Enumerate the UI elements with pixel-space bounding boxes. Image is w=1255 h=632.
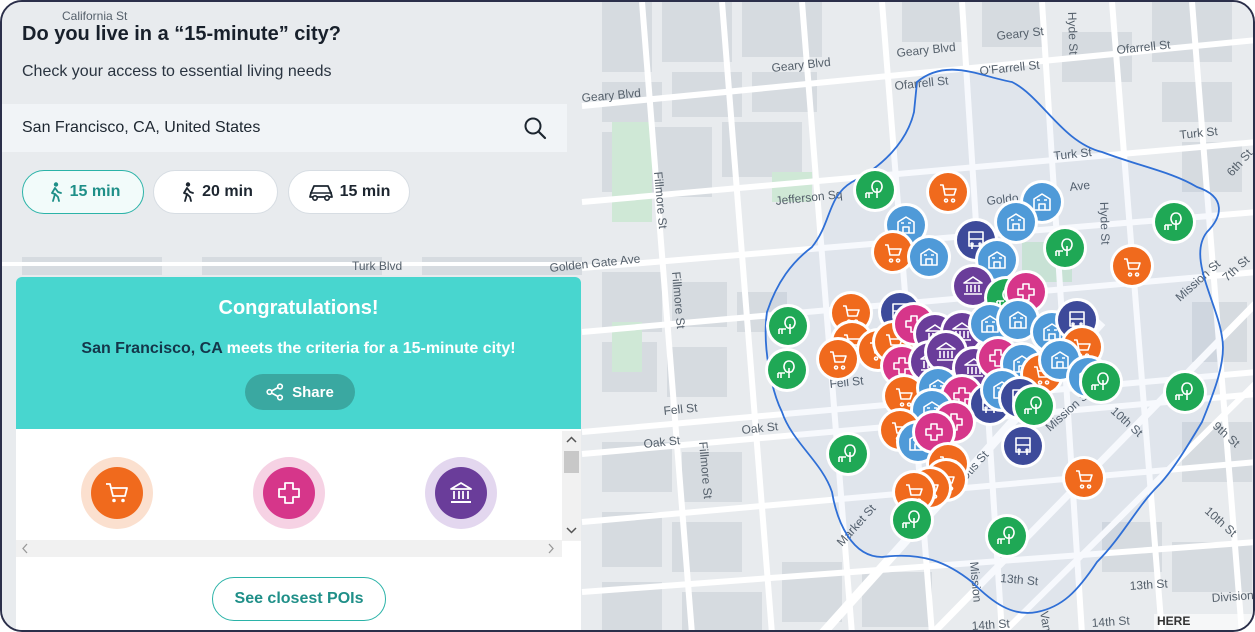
- mode-car-15-button[interactable]: 15 min: [288, 170, 410, 214]
- mode-walk-20-button[interactable]: 20 min: [153, 170, 278, 214]
- category-health-badge: [263, 467, 315, 519]
- poi-marker-park[interactable]: [985, 514, 1029, 558]
- poi-marker-body: [1113, 247, 1151, 285]
- poi-marker-grocery[interactable]: [926, 170, 970, 214]
- poi-marker-park[interactable]: [1163, 370, 1207, 414]
- category-grocery[interactable]: [81, 457, 153, 529]
- share-button[interactable]: Share: [245, 374, 355, 410]
- share-icon: [266, 383, 284, 401]
- svg-text:Hyde St: Hyde St: [1065, 12, 1081, 56]
- poi-marker-body: [1082, 363, 1120, 401]
- poi-marker-body: [856, 171, 894, 209]
- scrollbar-thumb[interactable]: [564, 451, 579, 473]
- poi-marker-body: [829, 435, 867, 473]
- poi-marker-park[interactable]: [826, 432, 870, 476]
- poi-marker-body: [769, 307, 807, 345]
- category-grocery-badge: [91, 467, 143, 519]
- app-frame: California St Geary Blvd Geary Blvd Gear…: [0, 0, 1255, 632]
- poi-marker-grocery[interactable]: [816, 337, 860, 381]
- svg-text:Turk Blvd: Turk Blvd: [352, 259, 402, 273]
- map-attribution: HERE Javascript: [1154, 614, 1253, 630]
- poi-marker-body: [929, 173, 967, 211]
- result-banner: Congratulations! San Francisco, CA meets…: [16, 277, 581, 429]
- horizontal-scrollbar[interactable]: [16, 540, 562, 557]
- shopping-cart-icon: [106, 483, 128, 503]
- poi-marker-park[interactable]: [1012, 384, 1056, 428]
- result-city: San Francisco, CA: [81, 340, 223, 357]
- poi-marker-school[interactable]: [994, 200, 1038, 244]
- chevron-down-icon[interactable]: [562, 523, 581, 537]
- poi-marker-park[interactable]: [765, 348, 809, 392]
- poi-marker-park[interactable]: [766, 304, 810, 348]
- poi-marker-transit[interactable]: [1001, 424, 1045, 468]
- category-panel: See closest POIs: [16, 429, 581, 630]
- poi-marker-body: [1065, 459, 1103, 497]
- poi-marker-body: [1046, 229, 1084, 267]
- poi-marker-body: [1015, 387, 1053, 425]
- mode-label: 15 min: [69, 183, 121, 200]
- mode-label: 15 min: [339, 183, 391, 200]
- search-box: [2, 104, 567, 152]
- poi-marker-school[interactable]: [907, 235, 951, 279]
- walk-icon: [50, 182, 62, 202]
- mode-label: 20 min: [202, 183, 253, 200]
- svg-text:13th St: 13th St: [1129, 576, 1169, 593]
- result-text: meets the criteria for a 15-minute city!: [222, 340, 516, 357]
- mode-walk-15-button[interactable]: 15 min: [22, 170, 144, 214]
- poi-marker-park[interactable]: [890, 498, 934, 542]
- chevron-right-icon[interactable]: [544, 540, 558, 557]
- poi-marker-body: [1155, 203, 1193, 241]
- poi-marker-body: [1004, 427, 1042, 465]
- poi-marker-park[interactable]: [853, 168, 897, 212]
- poi-marker-body: [910, 238, 948, 276]
- poi-marker-body: [1166, 373, 1204, 411]
- search-input[interactable]: [22, 112, 492, 144]
- page-subtitle: Check your access to essential living ne…: [22, 63, 332, 80]
- poi-marker-grocery[interactable]: [1110, 244, 1154, 288]
- poi-marker-grocery[interactable]: [1062, 456, 1106, 500]
- result-title: Congratulations!: [218, 297, 379, 319]
- poi-marker-body: [819, 340, 857, 378]
- svg-text:14th St: 14th St: [1091, 613, 1131, 630]
- search-icon[interactable]: [523, 116, 547, 140]
- poi-marker-body: [874, 233, 912, 271]
- chevron-left-icon[interactable]: [18, 540, 32, 557]
- chevron-up-icon[interactable]: [562, 433, 581, 447]
- result-message: San Francisco, CA meets the criteria for…: [16, 340, 581, 358]
- svg-text:14th St: 14th St: [971, 616, 1011, 632]
- medical-cross-icon: [278, 482, 300, 504]
- poi-marker-park[interactable]: [1079, 360, 1123, 404]
- poi-marker-park[interactable]: [1043, 226, 1087, 270]
- svg-text:California St: California St: [62, 9, 128, 23]
- poi-marker-body: [768, 351, 806, 389]
- car-icon: [308, 185, 333, 201]
- poi-marker-park[interactable]: [1152, 200, 1196, 244]
- page-title: Do you live in a “15-minute” city?: [22, 23, 341, 45]
- share-label: Share: [292, 383, 334, 401]
- category-health[interactable]: [253, 457, 325, 529]
- poi-marker-body: [988, 517, 1026, 555]
- see-closest-pois-button[interactable]: See closest POIs: [212, 577, 386, 621]
- poi-marker-body: [893, 501, 931, 539]
- category-culture[interactable]: [425, 457, 497, 529]
- walk-icon: [183, 182, 195, 202]
- museum-icon: [450, 482, 472, 503]
- poi-marker-body: [997, 203, 1035, 241]
- svg-text:Division St: Division St: [1211, 587, 1255, 605]
- category-culture-badge: [435, 467, 487, 519]
- vertical-scrollbar[interactable]: [562, 431, 581, 541]
